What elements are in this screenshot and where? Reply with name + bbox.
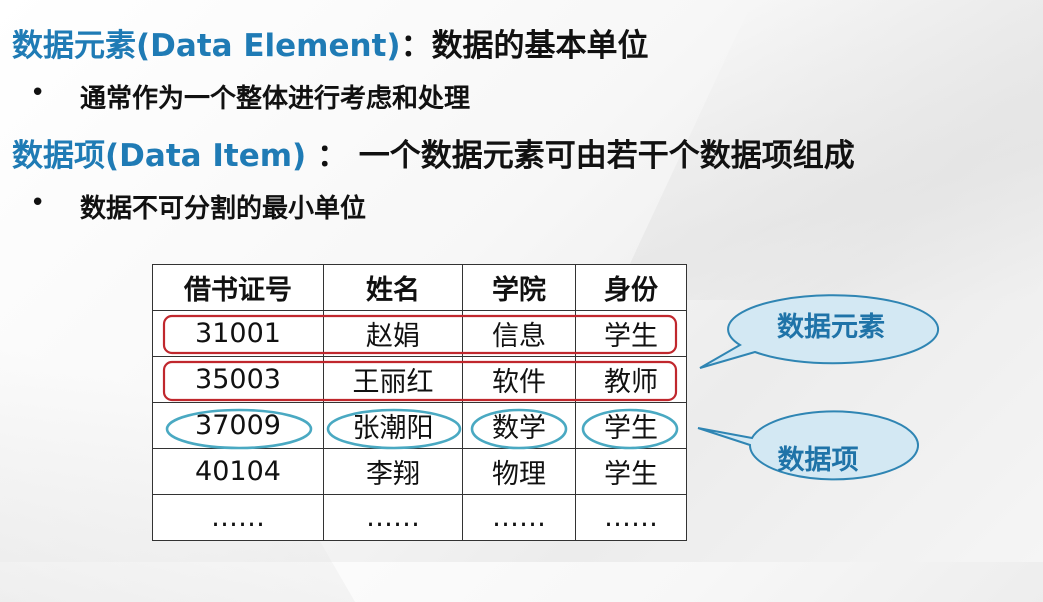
callout-label: 数据项 — [778, 445, 859, 476]
callout-label: 数据元素 — [777, 312, 885, 343]
data-element-outline — [162, 314, 678, 355]
callout-data-element: 数据元素 — [699, 294, 940, 369]
data-element-outline — [162, 360, 678, 402]
data-item-outline — [581, 408, 679, 450]
data-item-outline — [165, 408, 313, 450]
data-item-outline — [326, 408, 462, 450]
data-item-outline — [470, 408, 568, 450]
callout-data-item: 数据项 — [697, 410, 919, 481]
annotation-overlay: 数据元素 数据项 — [162, 294, 940, 481]
